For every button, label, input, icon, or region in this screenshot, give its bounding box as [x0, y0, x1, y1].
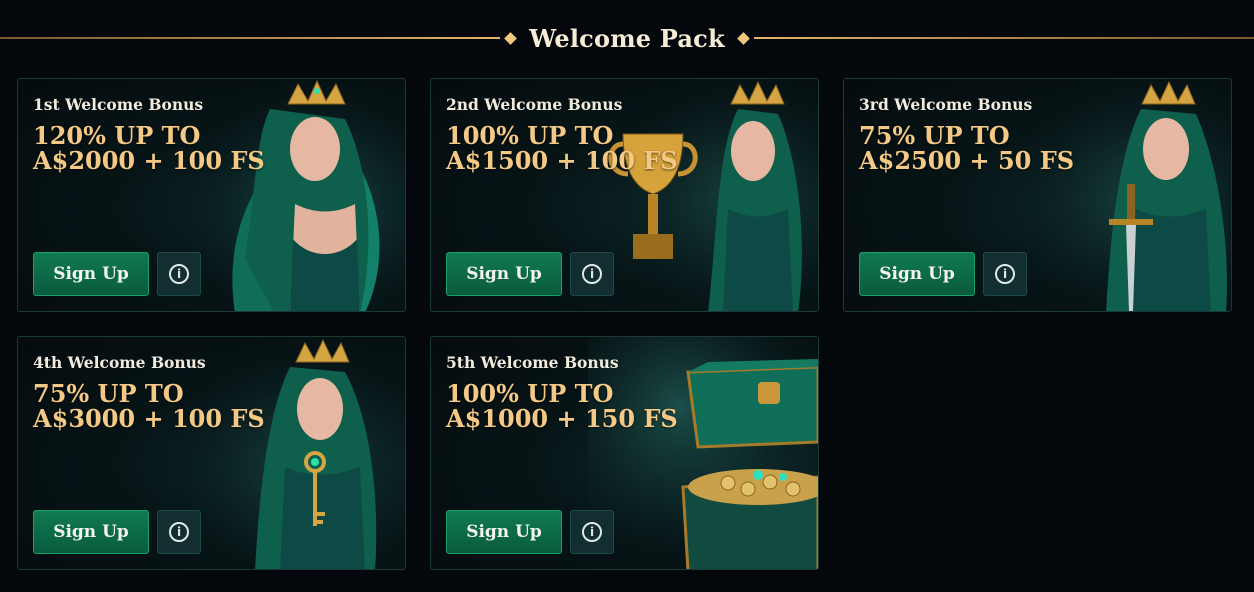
- section-header: Welcome Pack: [0, 18, 1254, 58]
- bonus-label: 4th Welcome Bonus: [33, 353, 206, 372]
- elf-queen-key-image: [175, 337, 405, 569]
- sign-up-button[interactable]: Sign Up: [33, 252, 149, 296]
- info-button[interactable]: i: [157, 510, 201, 554]
- info-button[interactable]: i: [570, 252, 614, 296]
- bonus-card-5: 5th Welcome Bonus 100% UP TO A$1000 + 15…: [430, 336, 819, 570]
- info-icon: i: [995, 264, 1015, 284]
- diamond-icon: [504, 31, 518, 45]
- info-icon: i: [582, 264, 602, 284]
- sign-up-button[interactable]: Sign Up: [33, 510, 149, 554]
- bonus-offer: 100% UP TO A$1000 + 150 FS: [446, 379, 678, 433]
- info-button[interactable]: i: [570, 510, 614, 554]
- bonus-label: 2nd Welcome Bonus: [446, 95, 623, 114]
- bonus-offer: 75% UP TO A$2500 + 50 FS: [859, 121, 1075, 175]
- diamond-icon: [736, 31, 750, 45]
- info-icon: i: [582, 522, 602, 542]
- treasure-chest-image: [588, 337, 818, 569]
- info-button[interactable]: i: [157, 252, 201, 296]
- bonus-card-3: 3rd Welcome Bonus 75% UP TO A$2500 + 50 …: [843, 78, 1232, 312]
- section-title: Welcome Pack: [529, 23, 725, 53]
- info-icon: i: [169, 264, 189, 284]
- bonus-offer: 75% UP TO A$3000 + 100 FS: [33, 379, 265, 433]
- info-icon: i: [169, 522, 189, 542]
- bonus-card-1: 1st Welcome Bonus 120% UP TO A$2000 + 10…: [17, 78, 406, 312]
- bonus-card-2: 2nd Welcome Bonus 100% UP TO A$1500 + 10…: [430, 78, 819, 312]
- sign-up-button[interactable]: Sign Up: [446, 252, 562, 296]
- divider-line-left: [0, 37, 501, 39]
- welcome-pack-section: Welcome Pack 1st Welcome Bonus 120% UP T…: [0, 0, 1254, 592]
- sign-up-button[interactable]: Sign Up: [859, 252, 975, 296]
- elf-queen-image: [175, 79, 405, 311]
- elf-queen-trophy-image: [588, 79, 818, 311]
- bonus-offer: 100% UP TO A$1500 + 100 FS: [446, 121, 678, 175]
- sign-up-button[interactable]: Sign Up: [446, 510, 562, 554]
- elf-queen-sword-image: [1001, 79, 1231, 311]
- divider-line-right: [753, 37, 1254, 39]
- info-button[interactable]: i: [983, 252, 1027, 296]
- bonus-label: 3rd Welcome Bonus: [859, 95, 1033, 114]
- bonus-label: 1st Welcome Bonus: [33, 95, 204, 114]
- bonus-card-4: 4th Welcome Bonus 75% UP TO A$3000 + 100…: [17, 336, 406, 570]
- bonus-offer: 120% UP TO A$2000 + 100 FS: [33, 121, 265, 175]
- bonus-label: 5th Welcome Bonus: [446, 353, 619, 372]
